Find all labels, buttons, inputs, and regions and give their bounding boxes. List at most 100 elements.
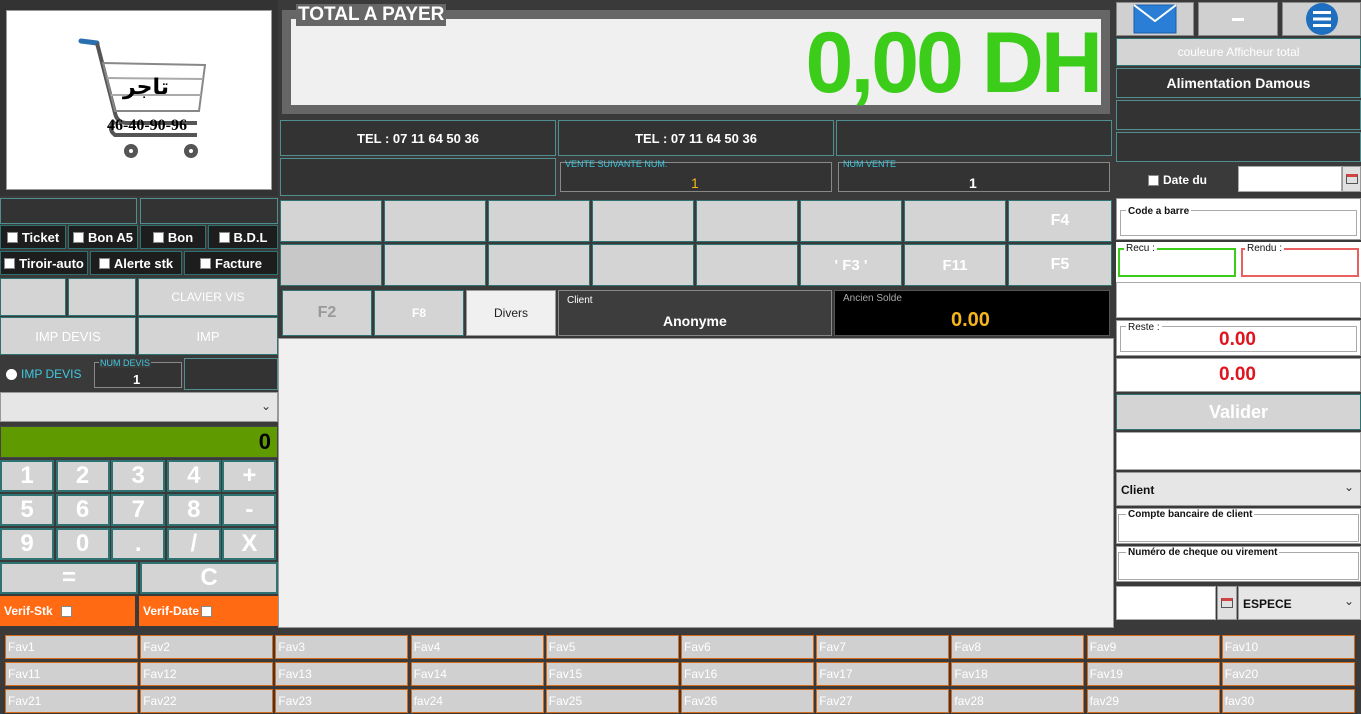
key-9[interactable]: 9 — [0, 528, 54, 560]
fav-button-22[interactable]: Fav22 — [140, 689, 274, 713]
f11-button[interactable]: F11 — [904, 244, 1006, 286]
verif-date-checkbox[interactable]: Verif-Date — [139, 596, 278, 626]
key-4[interactable]: 4 — [166, 460, 221, 492]
fkey-blank-2[interactable] — [384, 200, 486, 242]
facture-checkbox[interactable]: Facture — [184, 251, 278, 275]
key-1[interactable]: 1 — [0, 460, 54, 492]
fav-button-19[interactable]: Fav19 — [1086, 662, 1220, 686]
divers-button[interactable]: Divers — [466, 290, 556, 336]
imp-devis-radio[interactable]: IMP DEVIS — [6, 367, 81, 381]
right-blank-field-2[interactable] — [1116, 432, 1361, 470]
mail-button[interactable] — [1116, 2, 1194, 36]
fav-button-26[interactable]: Fav26 — [681, 689, 814, 713]
fav-button-17[interactable]: Fav17 — [816, 662, 950, 686]
fkey-blank-8[interactable] — [280, 244, 382, 286]
imp-button[interactable]: IMP — [138, 317, 278, 355]
payment-calendar-button[interactable] — [1217, 586, 1237, 620]
fav-button-28[interactable]: fav28 — [951, 689, 1085, 713]
fav-button-14[interactable]: Fav14 — [410, 662, 544, 686]
fkey-blank-7[interactable] — [904, 200, 1006, 242]
fav-button-5[interactable]: Fav5 — [545, 635, 679, 659]
key-divide[interactable]: / — [166, 528, 221, 560]
fav-button-18[interactable]: Fav18 — [951, 662, 1085, 686]
fkey-blank-11[interactable] — [592, 244, 694, 286]
fkey-blank-4[interactable] — [592, 200, 694, 242]
minimize-button[interactable] — [1198, 2, 1278, 36]
bon-checkbox[interactable]: Bon — [140, 225, 206, 249]
verif-stk-checkbox[interactable]: Verif-Stk — [0, 596, 135, 626]
fav-button-7[interactable]: Fav7 — [816, 635, 950, 659]
fav-button-9[interactable]: Fav9 — [1086, 635, 1220, 659]
left-field-1[interactable] — [0, 198, 137, 224]
date-input[interactable] — [1238, 166, 1342, 192]
fav-button-8[interactable]: Fav8 — [951, 635, 1085, 659]
client-field[interactable]: Client Anonyme — [558, 290, 832, 336]
f5-button[interactable]: F5 — [1008, 244, 1112, 286]
fkey-blank-12[interactable] — [696, 244, 798, 286]
key-8[interactable]: 8 — [166, 494, 221, 526]
key-3[interactable]: 3 — [111, 460, 166, 492]
payment-date-input[interactable] — [1116, 586, 1216, 620]
fav-button-23[interactable]: Fav23 — [275, 689, 409, 713]
fav-button-20[interactable]: Fav20 — [1221, 662, 1355, 686]
f4-button[interactable]: F4 — [1008, 200, 1112, 242]
key-clear[interactable]: C — [140, 562, 278, 594]
fav-button-12[interactable]: Fav12 — [140, 662, 274, 686]
fkey-blank-1[interactable] — [280, 200, 382, 242]
payment-method-select[interactable]: ESPECE ⌄ — [1238, 586, 1361, 620]
f3-button[interactable]: ' F3 ' — [800, 244, 902, 286]
calendar-button[interactable] — [1342, 166, 1361, 192]
fkey-blank-6[interactable] — [800, 200, 902, 242]
key-2[interactable]: 2 — [55, 460, 110, 492]
key-dot[interactable]: . — [111, 528, 166, 560]
fav-button-4[interactable]: Fav4 — [410, 635, 544, 659]
fav-button-30[interactable]: fav30 — [1221, 689, 1355, 713]
fav-button-2[interactable]: Fav2 — [140, 635, 274, 659]
items-list[interactable] — [278, 338, 1114, 628]
fav-button-27[interactable]: Fav27 — [816, 689, 950, 713]
fkey-blank-3[interactable] — [488, 200, 590, 242]
devis-extra-field[interactable] — [184, 358, 278, 390]
imp-devis-button[interactable]: IMP DEVIS — [0, 317, 136, 355]
client-select[interactable]: Client ⌄ — [1116, 472, 1361, 506]
fav-button-1[interactable]: Fav1 — [5, 635, 138, 659]
alerte-stk-checkbox[interactable]: Alerte stk — [90, 251, 182, 275]
key-equal[interactable]: = — [0, 562, 138, 594]
num-devis-field[interactable]: NUM DEVIS 1 — [94, 358, 182, 388]
fav-button-16[interactable]: Fav16 — [681, 662, 814, 686]
fav-button-21[interactable]: Fav21 — [5, 689, 138, 713]
fav-button-24[interactable]: fav24 — [410, 689, 544, 713]
fav-button-11[interactable]: Fav11 — [5, 662, 138, 686]
fav-button-10[interactable]: Fav10 — [1221, 635, 1355, 659]
key-plus[interactable]: + — [222, 460, 277, 492]
left-blank-button-1[interactable] — [0, 278, 66, 316]
fav-button-13[interactable]: Fav13 — [275, 662, 409, 686]
f8-button[interactable]: F8 — [374, 290, 464, 336]
fav-button-25[interactable]: Fav25 — [545, 689, 679, 713]
date-checkbox[interactable]: Date du — [1148, 173, 1207, 187]
bon-a5-checkbox[interactable]: Bon A5 — [68, 225, 138, 249]
key-5[interactable]: 5 — [0, 494, 54, 526]
key-multiply[interactable]: X — [222, 528, 277, 560]
key-6[interactable]: 6 — [55, 494, 110, 526]
fav-button-6[interactable]: Fav6 — [681, 635, 814, 659]
key-7[interactable]: 7 — [111, 494, 166, 526]
left-blank-button-2[interactable] — [68, 278, 136, 316]
f2-button[interactable]: F2 — [282, 290, 372, 336]
devis-select[interactable]: ⌄ — [0, 392, 278, 422]
tiroir-auto-checkbox[interactable]: Tiroir-auto — [0, 251, 88, 275]
fkey-blank-9[interactable] — [384, 244, 486, 286]
fkey-blank-5[interactable] — [696, 200, 798, 242]
sale-num-field[interactable]: NUM VENTE 1 — [838, 159, 1110, 192]
fav-button-15[interactable]: Fav15 — [545, 662, 679, 686]
key-minus[interactable]: - — [222, 494, 277, 526]
right-blank-field[interactable] — [1116, 282, 1361, 318]
valider-button[interactable]: Valider — [1116, 394, 1361, 430]
clavier-vis-button[interactable]: CLAVIER VIS — [138, 278, 278, 316]
left-field-2[interactable] — [140, 198, 278, 224]
ticket-checkbox[interactable]: Ticket — [0, 225, 66, 249]
key-0[interactable]: 0 — [55, 528, 110, 560]
bdl-checkbox[interactable]: B.D.L — [208, 225, 278, 249]
fkey-blank-10[interactable] — [488, 244, 590, 286]
fav-button-3[interactable]: Fav3 — [275, 635, 409, 659]
